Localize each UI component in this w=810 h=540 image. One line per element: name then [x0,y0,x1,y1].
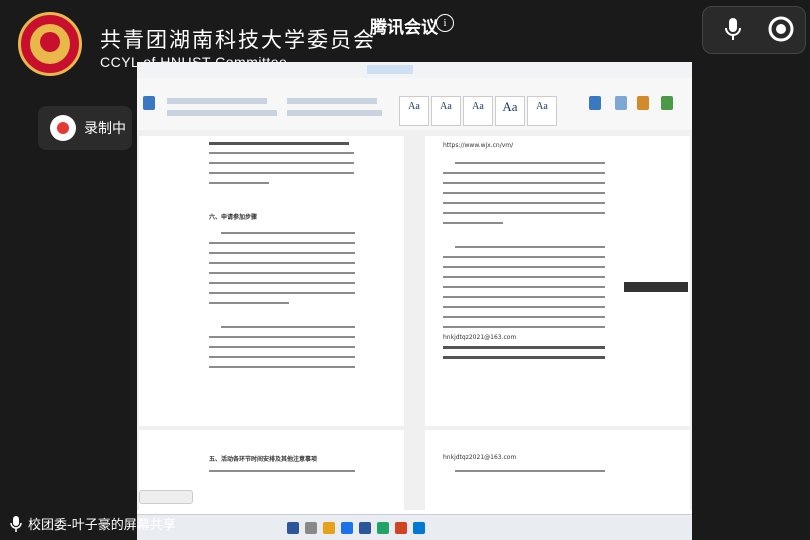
find-icon[interactable] [589,96,601,110]
excel-icon[interactable] [377,522,389,534]
browser-icon[interactable] [341,522,353,534]
style-heading3[interactable]: Aa [527,96,557,126]
sharer-label: 校团委-叶子豪的屏幕共享 [28,518,176,533]
style-normal[interactable]: Aa [399,96,429,126]
editor-icon[interactable] [637,96,649,110]
right-page-url: https://www.wjx.cn/vm/ [443,142,514,149]
explorer-icon[interactable] [323,522,335,534]
windows-taskbar [137,514,692,540]
document-page-right[interactable]: https://www.wjx.cn/vm/ hnkjdtqz2021@163.… [425,136,690,426]
bottom-right-line: hnkjdtqz2021@163.com [443,454,517,461]
document-page-left[interactable]: 六、申请参加步骤 [139,136,404,426]
shared-screen: Aa Aa Aa Aa Aa 六、申请参加步骤 https://www.wjx.… [137,62,692,540]
screen-sharer: 校团委-叶子豪的屏幕共享 [10,514,176,533]
recording-indicator[interactable]: 录制中 [38,106,132,150]
side-hint-bar[interactable] [624,282,688,292]
info-icon[interactable]: i [436,14,454,32]
page-indicator[interactable] [139,490,193,504]
meeting-app-icon[interactable] [413,522,425,534]
bottom-left-heading: 五、活动各环节时间安排及其他注意事项 [209,456,318,463]
format-controls[interactable] [167,110,277,116]
alignment-controls[interactable] [287,110,382,116]
word-icon[interactable] [359,522,371,534]
font-controls[interactable] [167,98,267,104]
recording-label: 录制中 [84,121,126,137]
paragraph-controls[interactable] [287,98,377,104]
ppt-icon[interactable] [395,522,407,534]
style-heading1[interactable]: Aa [463,96,493,126]
style-heading2[interactable]: Aa [495,96,525,126]
microphone-icon[interactable] [716,12,750,46]
recording-icon [50,115,76,141]
word-title-bar [137,62,692,79]
organization-name-cn: 共青团湖南科技大学委员会 [100,28,376,52]
word-ribbon: Aa Aa Aa Aa Aa [137,90,692,131]
search-icon[interactable] [305,522,317,534]
right-page-email: hnkjdtqz2021@163.com [443,334,517,341]
organization-logo [18,12,82,76]
style-no-spacing[interactable]: Aa [431,96,461,126]
document-page-right-next[interactable]: hnkjdtqz2021@163.com [425,430,690,510]
windows-start-icon[interactable] [287,522,299,534]
document-canvas: 六、申请参加步骤 https://www.wjx.cn/vm/ hnkjdtqz… [137,130,692,510]
microphone-icon [10,515,22,532]
word-title-tag [367,65,413,74]
word-menu-bar [137,78,692,90]
addin-icon[interactable] [661,96,673,110]
left-page-heading: 六、申请参加步骤 [209,214,258,221]
paste-icon[interactable] [143,96,155,110]
screen-share-icon[interactable] [764,12,798,46]
dictate-icon[interactable] [615,96,627,110]
meeting-title: 腾讯会议 [370,18,438,38]
